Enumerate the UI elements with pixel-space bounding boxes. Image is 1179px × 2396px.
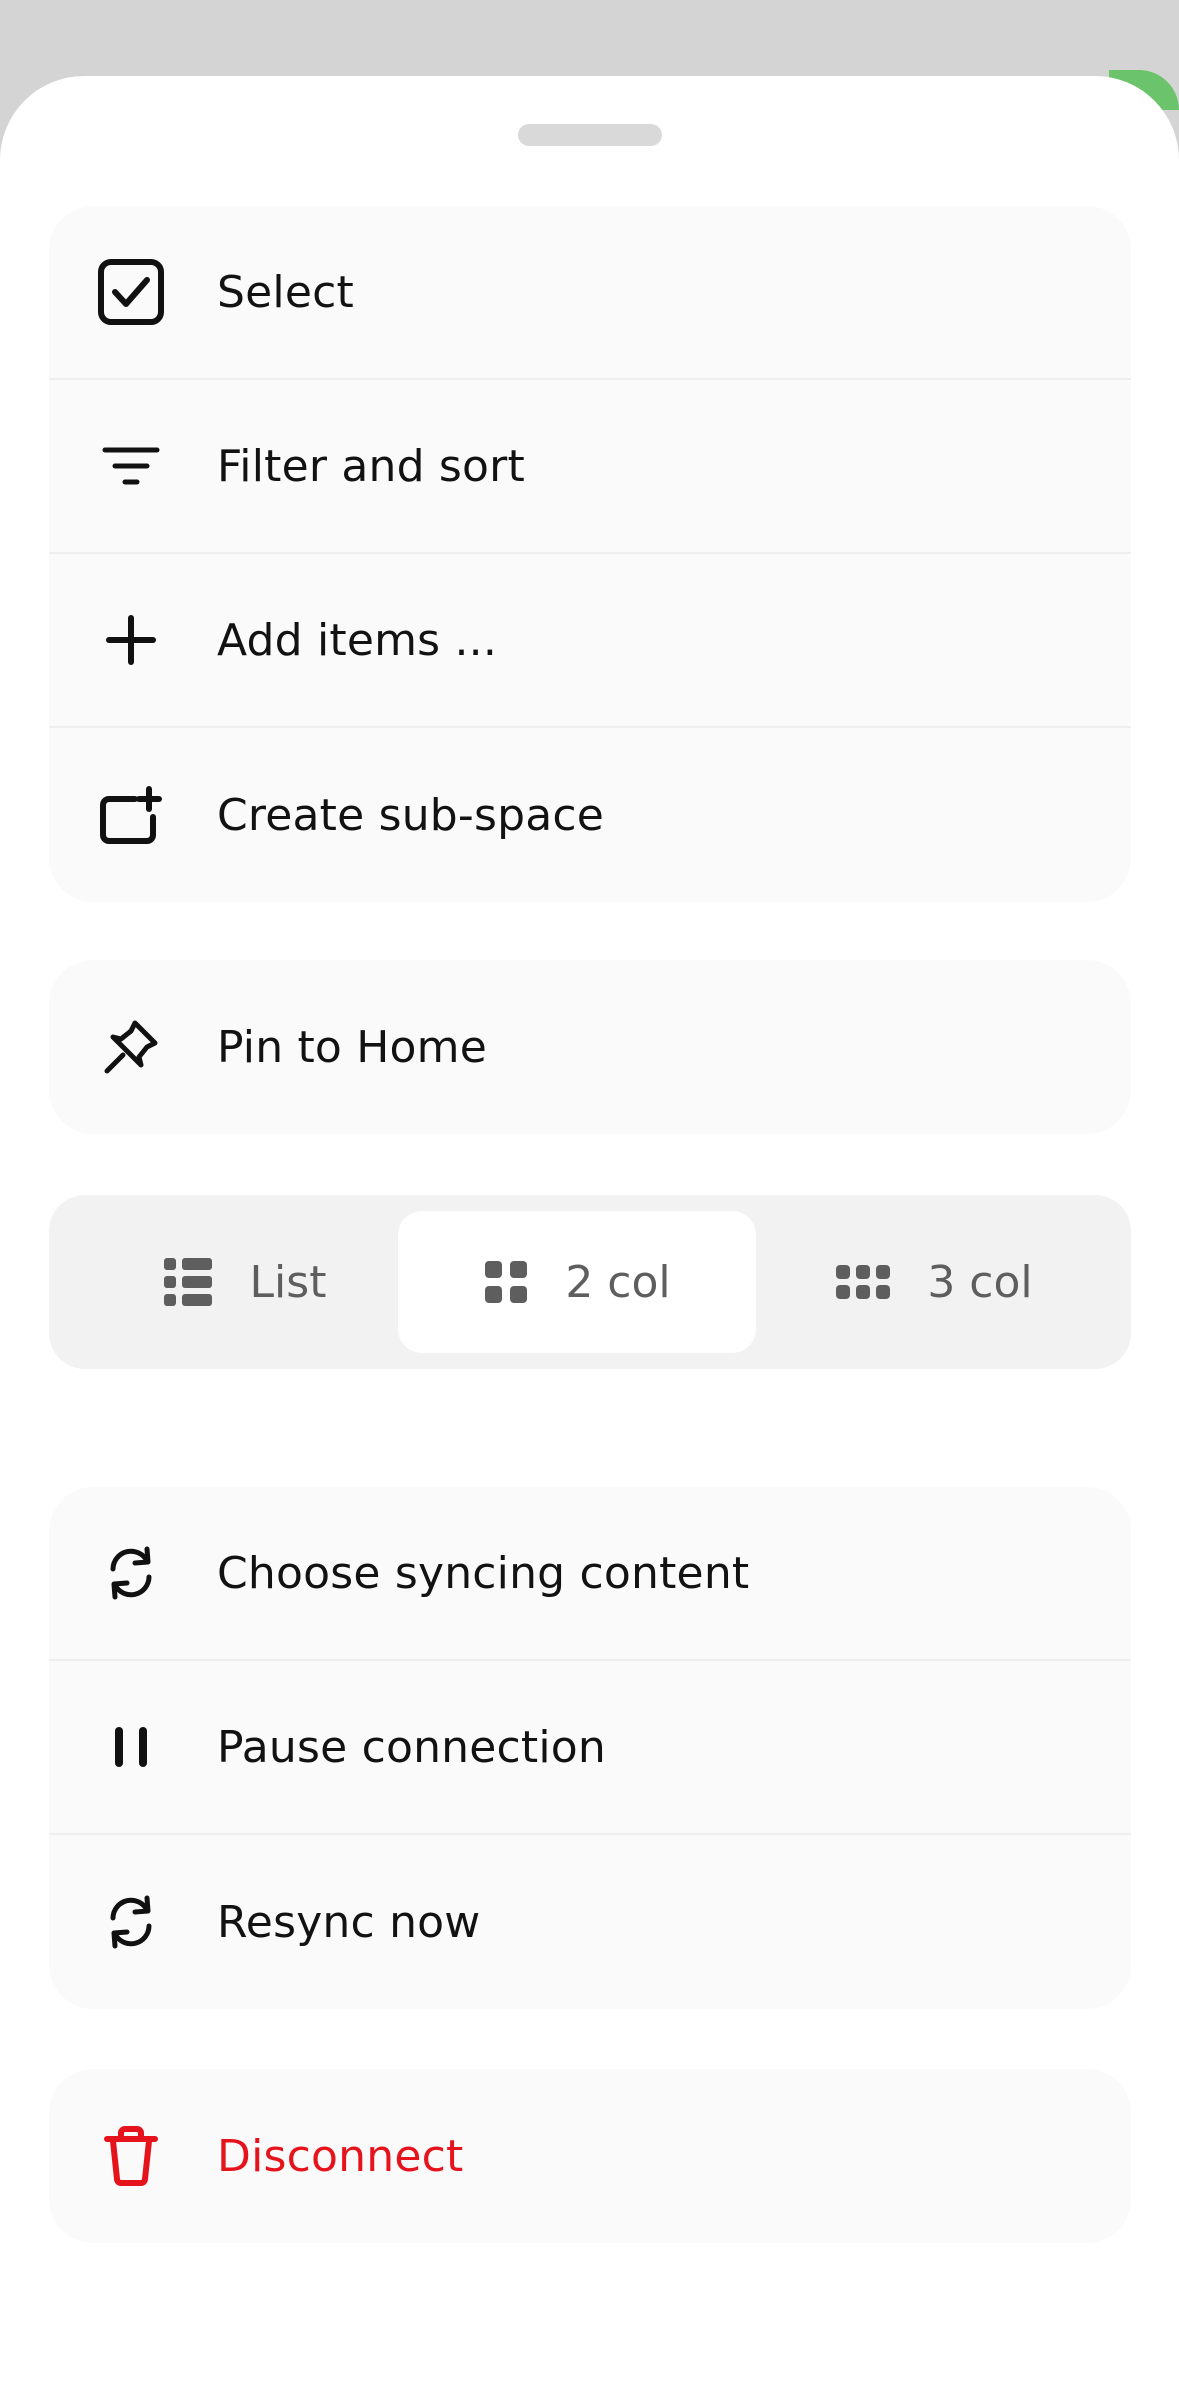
menu-item-select[interactable]: Select (49, 206, 1131, 380)
menu-item-pause-connection[interactable]: Pause connection (49, 1661, 1131, 1835)
menu-item-add-items[interactable]: Add items ... (49, 554, 1131, 728)
layout-option-3-col[interactable]: 3 col (779, 1211, 1089, 1353)
menu-item-choose-syncing-content[interactable]: Choose syncing content (49, 1487, 1131, 1661)
menu-item-label: Create sub-space (217, 789, 605, 841)
checkbox-checked-icon (97, 258, 165, 326)
menu-item-label: Select (217, 266, 354, 318)
danger-group: Disconnect (49, 2069, 1131, 2243)
menu-item-pin-to-home[interactable]: Pin to Home (49, 960, 1131, 1134)
menu-item-disconnect[interactable]: Disconnect (49, 2069, 1131, 2243)
menu-item-label: Pause connection (217, 1721, 607, 1773)
sync-icon (97, 1888, 165, 1956)
sync-group: Choose syncing content Pause connection (49, 1487, 1131, 2009)
bottom-sheet: Select Filter and sort Add items ... Cre… (0, 76, 1179, 2396)
pin-group: Pin to Home (49, 960, 1131, 1134)
menu-item-label: Pin to Home (217, 1021, 487, 1073)
folder-plus-icon (97, 781, 165, 849)
sheet-drag-handle[interactable] (518, 124, 662, 146)
sync-icon (97, 1539, 165, 1607)
pin-icon (97, 1013, 165, 1081)
menu-item-label: Add items ... (217, 614, 498, 666)
grid-3-icon (836, 1265, 891, 1299)
layout-option-label: 2 col (565, 1256, 671, 1308)
layout-option-2-col[interactable]: 2 col (398, 1211, 756, 1353)
plus-icon (97, 606, 165, 674)
actions-group: Select Filter and sort Add items ... Cre… (49, 206, 1131, 902)
grid-2-icon (485, 1261, 528, 1303)
menu-item-label: Choose syncing content (217, 1547, 750, 1599)
menu-item-resync-now[interactable]: Resync now (49, 1835, 1131, 2009)
layout-toggle: List 2 col 3 col (49, 1195, 1131, 1369)
menu-item-label: Resync now (217, 1896, 481, 1948)
layout-option-label: 3 col (927, 1256, 1033, 1308)
list-icon (163, 1258, 212, 1306)
layout-option-label: List (249, 1256, 327, 1308)
layout-option-list[interactable]: List (89, 1211, 399, 1353)
pause-icon (97, 1713, 165, 1781)
menu-item-label: Filter and sort (217, 440, 525, 492)
trash-icon (97, 2122, 165, 2190)
menu-item-create-sub-space[interactable]: Create sub-space (49, 728, 1131, 902)
filter-icon (97, 432, 165, 500)
menu-item-filter-sort[interactable]: Filter and sort (49, 380, 1131, 554)
menu-item-label: Disconnect (217, 2130, 464, 2182)
